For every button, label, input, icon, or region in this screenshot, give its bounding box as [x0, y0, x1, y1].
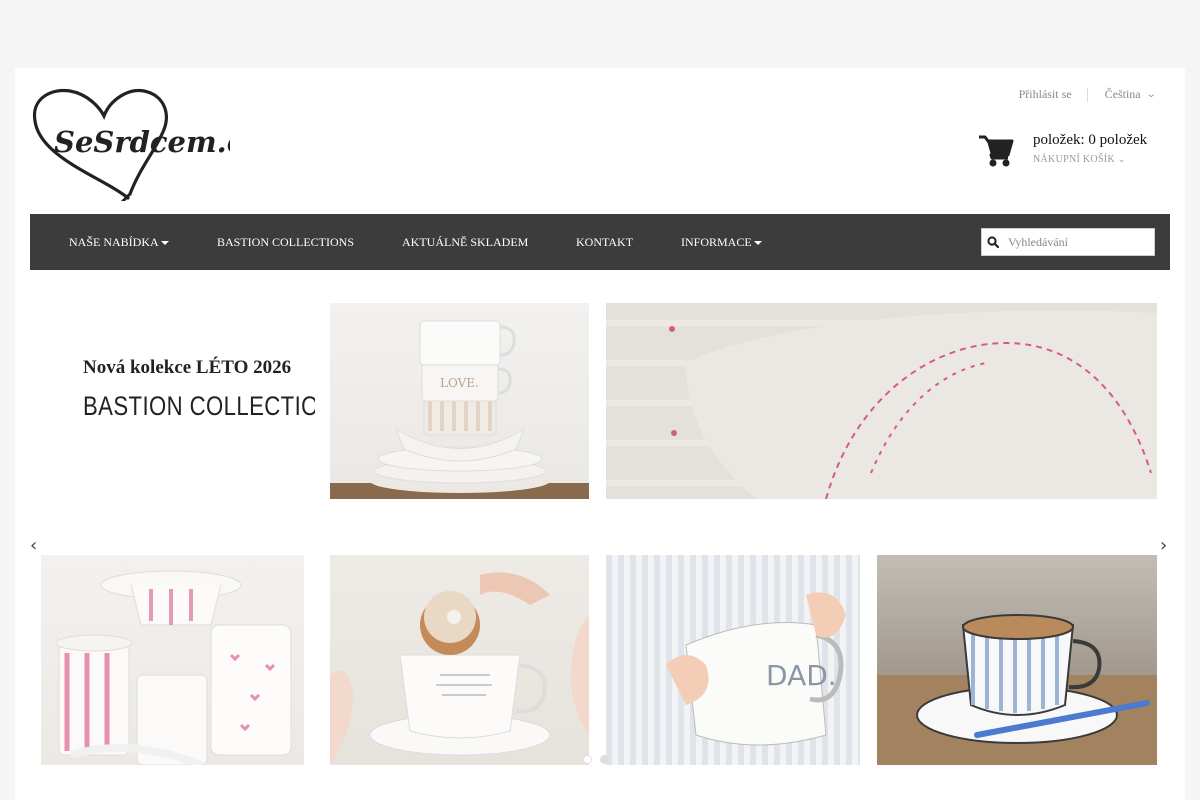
language-selector[interactable]: Čeština ⌄: [1088, 87, 1157, 102]
hero-slider: Nová kolekce LÉTO 2026 BASTION COLLECTIO…: [30, 303, 1170, 800]
logo[interactable]: SeSrdcem.cz: [30, 86, 261, 204]
nav-item-label: NAŠE NABÍDKA: [69, 235, 159, 249]
svg-text:LOVE.: LOVE.: [440, 376, 479, 390]
slider-dot-1[interactable]: [583, 755, 592, 764]
chevron-left-icon[interactable]: ‹: [30, 535, 37, 556]
login-link[interactable]: Přihlásit se: [1019, 87, 1087, 102]
nav-item-kontakt[interactable]: KONTAKT: [576, 214, 633, 270]
svg-text:DAD.: DAD.: [766, 659, 837, 692]
nav-item-bastion-collections[interactable]: BASTION COLLECTIONS: [217, 214, 354, 270]
product-image-dad-mug[interactable]: DAD.: [606, 555, 860, 765]
cart-label[interactable]: NÁKUPNÍ KOŠÍK ⌄: [1033, 154, 1126, 165]
chevron-down-icon: ⌄: [1145, 89, 1157, 100]
language-label: Čeština: [1104, 87, 1141, 101]
search-input[interactable]: [1004, 230, 1150, 254]
product-image-blue-cup[interactable]: [877, 555, 1157, 765]
search-icon[interactable]: [982, 229, 1004, 255]
slider-dots: [583, 755, 609, 764]
product-image-pink-set[interactable]: [41, 555, 304, 765]
promo-heading: Nová kolekce LÉTO 2026: [83, 357, 292, 378]
cart-label-text: NÁKUPNÍ KOŠÍK: [1033, 154, 1115, 165]
top-bar: Přihlásit se Čeština ⌄: [1019, 87, 1157, 102]
cart-icon: [979, 135, 1014, 167]
nav-item-label: INFORMACE: [681, 235, 752, 249]
chevron-right-icon[interactable]: ›: [1160, 535, 1167, 556]
nav-item-aktualne-skladem[interactable]: AKTUÁLNĚ SKLADEM: [402, 214, 528, 270]
nav-item-label: BASTION COLLECTIONS: [217, 235, 354, 249]
nav-item-informace[interactable]: INFORMACE: [681, 214, 762, 270]
logo-heart-icon: SeSrdcem.cz: [32, 88, 261, 204]
product-image-pillow[interactable]: [606, 303, 1157, 499]
caret-down-icon: [160, 241, 169, 246]
product-image-stacked-cups[interactable]: LOVE.: [330, 303, 589, 499]
page: SeSrdcem.cz Přihlásit se Čeština ⌄ polož…: [15, 68, 1185, 800]
nav-item-nase-nabidka[interactable]: NAŠE NABÍDKA: [69, 214, 169, 270]
slider-dot-2[interactable]: [600, 755, 609, 764]
product-image-donut-cup[interactable]: [330, 555, 589, 765]
cart-item-count: položek: 0 položek: [1033, 132, 1148, 148]
cart[interactable]: položek: 0 položek NÁKUPNÍ KOŠÍK ⌄: [978, 132, 1158, 182]
caret-down-icon: [753, 241, 762, 246]
nav-item-label: AKTUÁLNĚ SKLADEM: [402, 235, 529, 249]
promo-tile[interactable]: Nová kolekce LÉTO 2026 BASTION COLLECTIO…: [30, 303, 315, 499]
chevron-down-icon: ⌄: [1117, 154, 1126, 164]
promo-subheading: BASTION COLLECTIONS: [83, 391, 315, 421]
nav-item-label: KONTAKT: [576, 235, 634, 249]
logo-text: SeSrdcem.cz: [54, 125, 230, 159]
search-box: [981, 228, 1155, 256]
main-nav: NAŠE NABÍDKA BASTION COLLECTIONS AKTUÁLN…: [30, 214, 1170, 270]
